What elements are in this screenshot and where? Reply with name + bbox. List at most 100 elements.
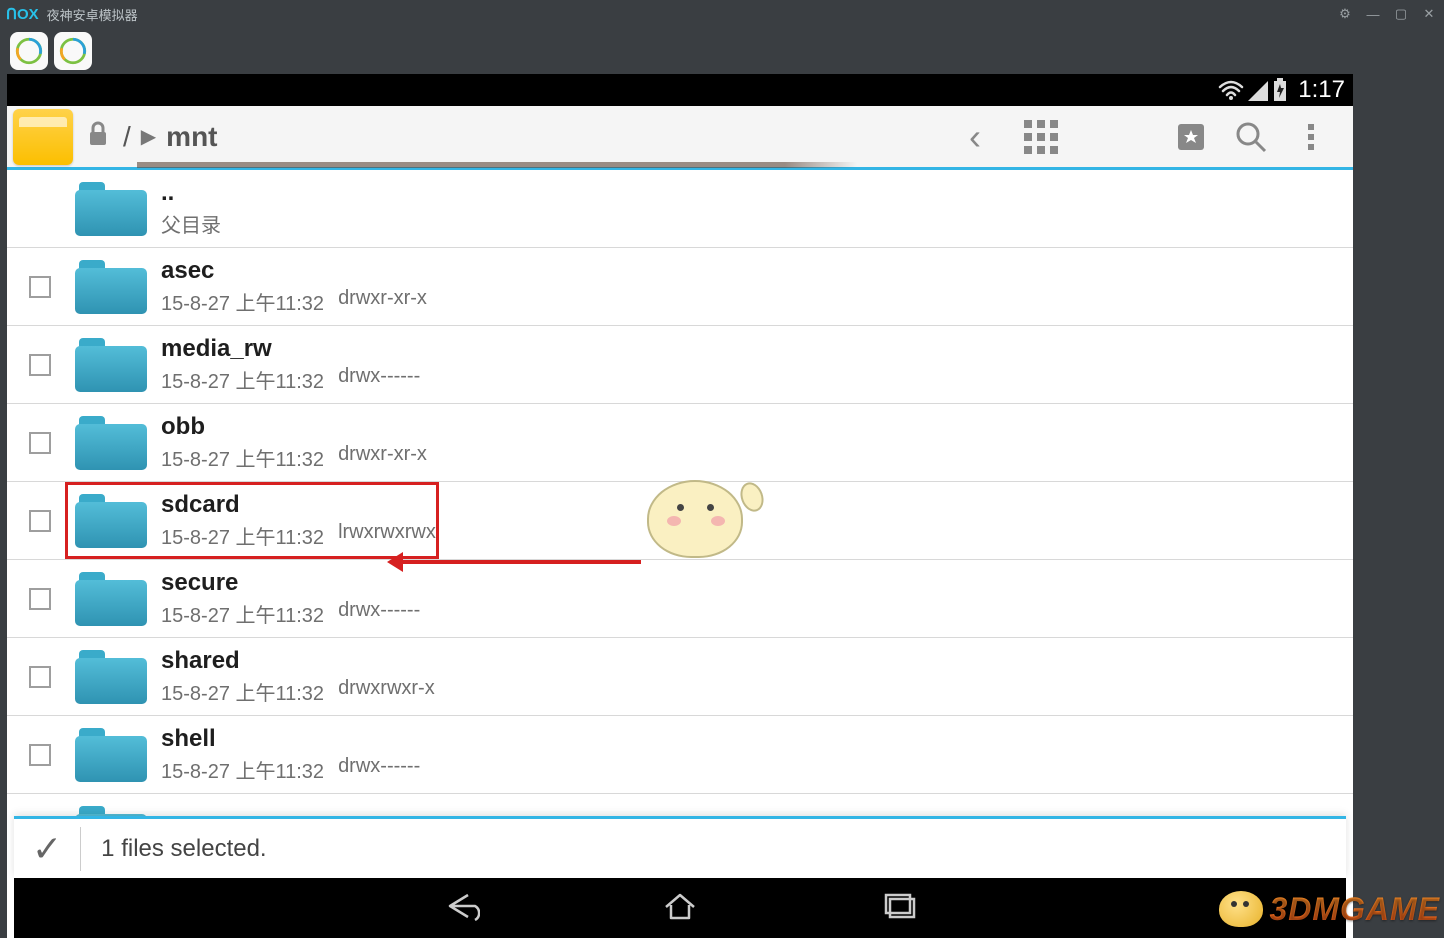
file-row-media_rw[interactable]: media_rw15-8-27 上午11:32 drwx------ [7,326,1353,404]
folder-icon [75,572,147,626]
row-meta: 15-8-27 上午11:32 drwxrwxr-x [161,677,435,706]
folder-icon [75,650,147,704]
back-icon [440,891,480,921]
row-meta: 15-8-27 上午11:32 drwx------ [161,755,420,784]
folder-icon [75,338,147,392]
row-checkbox[interactable] [29,354,51,376]
nox-logo: ᑎOX [6,5,39,23]
lock-icon[interactable] [87,121,109,152]
row-name: media_rw [161,335,420,363]
confirm-check-icon[interactable]: ✓ [32,828,62,870]
row-checkbox[interactable] [29,276,51,298]
row-text: shell15-8-27 上午11:32 drwx------ [161,725,420,784]
selection-text: 1 files selected. [101,835,266,863]
row-name: shell [161,725,420,753]
back-button[interactable]: ‹ [969,116,981,158]
home-button[interactable] [13,109,73,165]
row-name: obb [161,413,427,441]
row-checkbox[interactable] [29,744,51,766]
row-date: 15-8-27 上午11:32 [161,365,324,394]
row-meta: 15-8-27 上午11:32 drwx------ [161,599,420,628]
row-permissions: drwx------ [338,755,420,784]
android-statusbar: 1:17 [7,74,1353,106]
folder-icon [75,182,147,236]
bookmark-button[interactable] [1161,107,1221,167]
window-title: 夜神安卓模拟器 [47,5,1338,24]
row-text: media_rw15-8-27 上午11:32 drwx------ [161,335,420,394]
mascot-watermark [637,464,757,564]
row-meta: 15-8-27 上午11:32 drwxr-xr-x [161,287,427,316]
file-row-secure[interactable]: secure15-8-27 上午11:32drwx------ [7,560,1353,638]
search-icon [1234,120,1268,154]
divider [80,827,81,871]
wifi-icon [1218,79,1244,101]
es-explorer-icon [15,37,43,65]
row-date: 15-8-27 上午11:32 [161,599,324,628]
file-row-shared[interactable]: shared15-8-27 上午11:32 drwxrwxr-x [7,638,1353,716]
row-permissions: drwxr-xr-x [338,443,427,472]
menu-button[interactable] [1281,107,1341,167]
row-text: ..父目录 [161,179,221,238]
row-checkbox[interactable] [29,588,51,610]
row-date: 15-8-27 上午11:32 [161,443,324,472]
nav-recent-button[interactable] [880,891,920,926]
row-name: asec [161,257,427,285]
view-grid-button[interactable] [1011,107,1071,167]
android-navbar [14,878,1346,938]
close-button[interactable]: ✕ [1422,6,1436,22]
folder-icon [75,260,147,314]
bookmark-icon [1176,122,1206,152]
file-row-shell[interactable]: shell15-8-27 上午11:32 drwx------ [7,716,1353,794]
launcher-tab-1[interactable] [10,32,48,70]
launcher-tab-2[interactable] [54,32,92,70]
emulator-tabstrip [0,28,1444,74]
breadcrumb[interactable]: / ▶ mnt [123,121,218,153]
row-checkbox[interactable] [29,432,51,454]
row-checkbox[interactable] [29,510,51,532]
row-date: 父目录 [161,209,221,238]
annotation-arrow [393,560,641,564]
settings-gear-icon[interactable]: ⚙ [1338,6,1352,22]
file-row-parent[interactable]: ..父目录 [7,170,1353,248]
window-buttons: ⚙ — ▢ ✕ [1338,6,1436,22]
window-titlebar: ᑎOX 夜神安卓模拟器 ⚙ — ▢ ✕ [0,0,1444,28]
status-time: 1:17 [1298,76,1345,104]
search-button[interactable] [1221,107,1281,167]
row-name: .. [161,179,221,207]
signal-icon [1248,79,1268,101]
path-underline [137,162,857,168]
site-watermark: 3DMGAME [1219,884,1440,934]
recent-icon [880,891,920,921]
overflow-icon [1306,122,1316,152]
row-meta: 15-8-27 上午11:32 drwx------ [161,365,420,394]
row-checkbox[interactable] [29,666,51,688]
row-permissions: drwxr-xr-x [338,287,427,316]
row-meta: 父目录 [161,209,221,238]
row-permissions: drwxrwxr-x [338,677,435,706]
file-row-asec[interactable]: asec15-8-27 上午11:32 drwxr-xr-x [7,248,1353,326]
nav-back-button[interactable] [440,891,480,926]
home-icon [660,891,700,921]
row-name: shared [161,647,435,675]
annotation-highlight [65,482,439,559]
es-explorer-icon [59,37,87,65]
chevron-right-icon: ▶ [141,124,156,149]
row-text: asec15-8-27 上午11:32 drwxr-xr-x [161,257,427,316]
watermark-bug-icon [1219,891,1263,927]
grid-icon [1024,120,1058,154]
row-meta: 15-8-27 上午11:32 drwxr-xr-x [161,443,427,472]
row-permissions: drwx------ [338,365,420,394]
minimize-button[interactable]: — [1366,7,1380,22]
maximize-button[interactable]: ▢ [1394,6,1408,22]
row-date: 15-8-27 上午11:32 [161,677,324,706]
row-permissions: drwx------ [338,599,420,628]
watermark-text: 3DMGAME [1269,891,1440,928]
nav-home-button[interactable] [660,891,700,926]
row-date: 15-8-27 上午11:32 [161,755,324,784]
row-date: 15-8-27 上午11:32 [161,287,324,316]
row-text: obb15-8-27 上午11:32 drwxr-xr-x [161,413,427,472]
battery-icon [1272,78,1288,102]
breadcrumb-current[interactable]: mnt [166,121,217,153]
breadcrumb-root[interactable]: / [123,121,131,153]
folder-icon [75,728,147,782]
